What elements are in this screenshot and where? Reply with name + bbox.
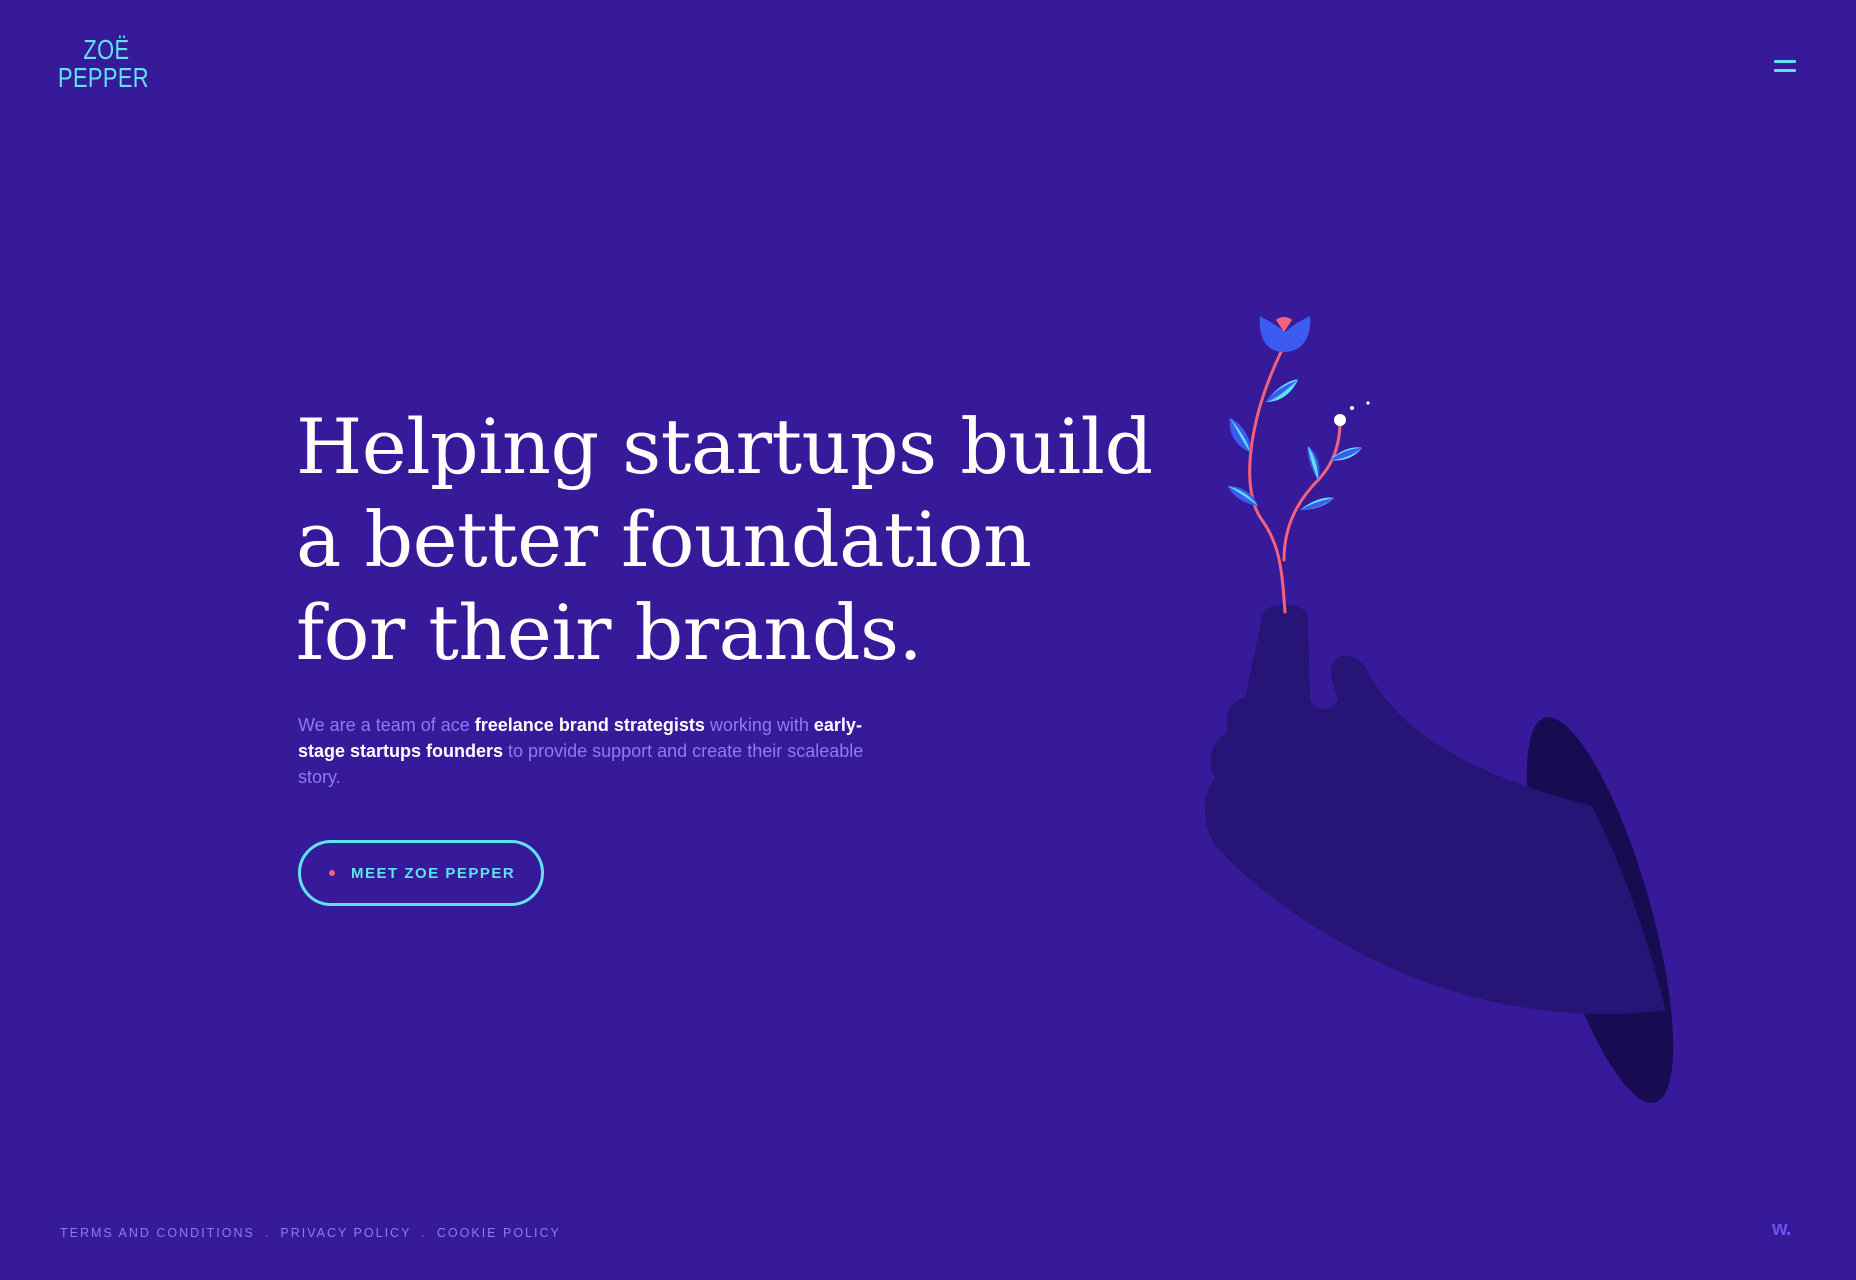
- bullet-dot-icon: [329, 870, 335, 876]
- footer-separator: .: [421, 1226, 427, 1240]
- hero-desc-highlight-1: freelance brand strategists: [474, 715, 705, 735]
- hero-title: Helping startups build a better foundati…: [296, 400, 1153, 679]
- footer-links: TERMS AND CONDITIONS . PRIVACY POLICY . …: [60, 1226, 561, 1240]
- flower-stem-right: [1282, 420, 1342, 562]
- menu-bar-bottom: [1774, 69, 1796, 72]
- hero-desc-text-2: working with: [704, 715, 814, 735]
- privacy-link[interactable]: PRIVACY POLICY: [280, 1226, 411, 1240]
- logo-line-2: PEPPER: [58, 62, 149, 93]
- leaf-3: [1228, 486, 1258, 506]
- meet-zoe-pepper-button[interactable]: MEET ZOE PEPPER: [298, 840, 544, 906]
- logo[interactable]: ZOË PEPPER: [58, 34, 149, 93]
- hero-title-line-2: a better foundation: [296, 495, 1032, 584]
- logo-line-1: ZOË: [83, 34, 130, 65]
- footer-separator: .: [264, 1226, 271, 1240]
- brand-mark-logo[interactable]: w.: [1772, 1218, 1791, 1241]
- hand-holding-flower-illustration: [1204, 316, 1674, 1103]
- sparkle-dot-1: [1350, 406, 1354, 410]
- cta-label: MEET ZOE PEPPER: [351, 864, 516, 882]
- cookie-link[interactable]: COOKIE POLICY: [437, 1226, 561, 1240]
- hero-title-line-1: Helping startups build: [296, 402, 1153, 491]
- hamburger-menu-icon[interactable]: [1774, 58, 1796, 76]
- hero-description: We are a team of ace freelance brand str…: [298, 712, 878, 790]
- menu-bar-top: [1774, 60, 1796, 63]
- sparkle-dot-2: [1366, 401, 1370, 405]
- flower-bud: [1334, 414, 1346, 426]
- terms-link[interactable]: TERMS AND CONDITIONS: [60, 1226, 255, 1240]
- leaf-1-shade: [1266, 380, 1298, 402]
- hero-title-line-3: for their brands.: [296, 588, 923, 677]
- leaf-6-shade: [1300, 498, 1334, 510]
- hero-desc-text-1: We are a team of ace: [298, 715, 475, 735]
